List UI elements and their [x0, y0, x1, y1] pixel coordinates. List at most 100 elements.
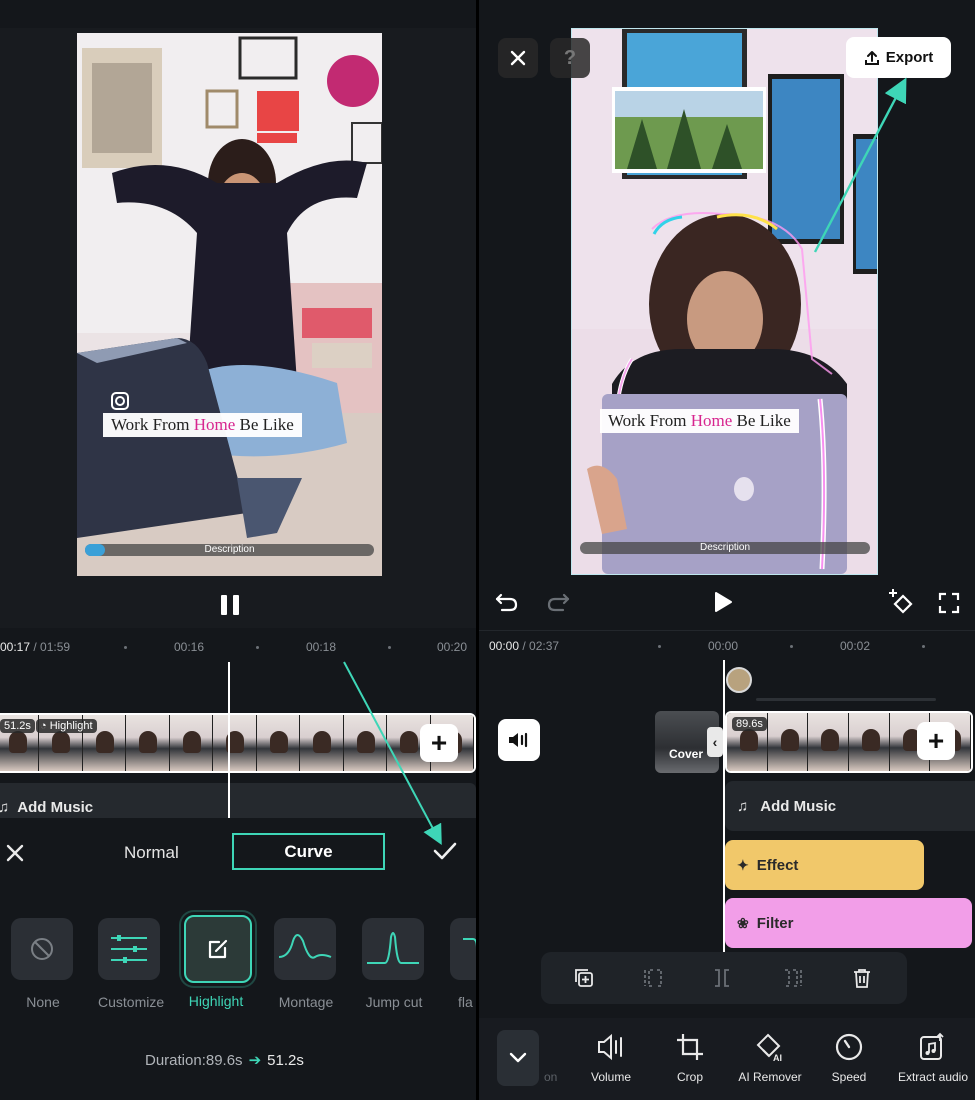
effect-label: Effect	[756, 856, 799, 874]
preset-jump-cut[interactable]: Jump cut	[362, 918, 426, 1010]
video-caption: Work From Home Be Like	[600, 409, 799, 433]
clip-thumbnail	[343, 715, 388, 771]
comparison-screenshot: Work From Home Be Like Description 00:17…	[0, 0, 975, 1100]
eraser-ai-icon: AI	[756, 1033, 782, 1062]
preset-none[interactable]: None	[11, 918, 75, 1010]
add-clip-button[interactable]: +	[420, 724, 458, 762]
playhead[interactable]	[228, 662, 230, 820]
left-editor-panel: Work From Home Be Like Description 00:17…	[0, 0, 476, 1100]
close-sheet-button[interactable]	[2, 840, 28, 866]
confirm-button[interactable]	[430, 836, 460, 866]
filter-circles-icon: ❀	[737, 914, 749, 931]
split-button[interactable]	[709, 965, 735, 991]
music-note-icon: ♫	[737, 797, 749, 815]
pause-button[interactable]	[215, 590, 245, 620]
filter-track[interactable]: ❀ Filter	[725, 898, 972, 948]
collapse-handle[interactable]: ‹	[707, 727, 723, 757]
split-icon	[715, 969, 729, 987]
clip-duration-chip: 51.2s	[0, 719, 35, 733]
video-preview[interactable]: Work From Home Be Like Description	[571, 28, 878, 575]
tool-volume[interactable]: Volume	[571, 1032, 651, 1084]
undo-icon	[495, 593, 518, 612]
preset-montage[interactable]: Montage	[274, 918, 338, 1010]
preset-name: Jump cut	[365, 994, 423, 1010]
preset-name: fla	[458, 994, 473, 1010]
cover-label: Cover	[669, 747, 704, 761]
preset-name: Customize	[98, 994, 165, 1010]
duplicate-clip-button[interactable]	[571, 965, 597, 991]
progress-fill	[85, 544, 106, 556]
preset-flash-tile	[450, 918, 476, 980]
caption-text-2: Be Like	[235, 415, 294, 434]
plus-icon: +	[927, 725, 945, 756]
duration-readout: Duration:89.6s ➔ 51.2s	[145, 1051, 304, 1069]
ruler-label-3: 00:20	[437, 640, 468, 654]
trash-icon	[854, 969, 870, 988]
fullscreen-button[interactable]	[935, 589, 963, 617]
ruler-tick	[922, 645, 925, 648]
audio-avatar[interactable]	[726, 667, 752, 693]
speedometer-icon	[835, 1033, 863, 1061]
duration-label: Duration:89.6s	[145, 1052, 243, 1069]
tool-label: Crop	[676, 1070, 703, 1084]
redo-button[interactable]	[544, 588, 572, 616]
export-button[interactable]: Export	[846, 37, 951, 78]
close-icon	[510, 50, 526, 66]
tab-curve[interactable]: Curve	[232, 833, 385, 870]
tool-crop[interactable]: Crop	[650, 1032, 730, 1084]
collapse-tools-button[interactable]	[497, 1030, 539, 1086]
duration-new-value: 51.2s	[267, 1052, 304, 1069]
close-editor-button[interactable]	[498, 38, 538, 78]
clip-duration-chip: 89.6s	[732, 717, 767, 731]
add-clip-button[interactable]: +	[917, 722, 955, 760]
tab-normal[interactable]: Normal	[124, 843, 179, 863]
tool-speed[interactable]: Speed	[809, 1032, 889, 1084]
music-note-icon: ♫	[0, 798, 10, 816]
help-button[interactable]: ?	[550, 38, 590, 78]
left-timecode: 00:17 / 01:59	[0, 640, 70, 654]
arrow-right-icon: ➔	[248, 1052, 262, 1069]
undo-button[interactable]	[493, 588, 521, 616]
caption-accent-word: Home	[193, 415, 236, 434]
preset-jump-cut-tile	[362, 918, 424, 980]
video-frame-image	[77, 33, 382, 576]
keyframe-button[interactable]	[885, 586, 917, 618]
fullscreen-icon	[938, 592, 960, 614]
preset-highlight[interactable]: Highlight	[184, 915, 252, 1009]
right-editor-panel: Work From Home Be Like Description ? Exp…	[479, 0, 975, 1100]
add-music-track[interactable]: ♫ Add Music	[725, 781, 975, 831]
checkmark-icon	[433, 842, 457, 860]
preset-customize[interactable]: Customize	[98, 918, 165, 1010]
delete-clip-button[interactable]	[849, 965, 875, 991]
none-icon	[31, 938, 53, 960]
preset-highlight-tile	[184, 915, 252, 983]
caption-text-1: Work From	[111, 415, 194, 434]
video-preview[interactable]: Work From Home Be Like Description	[77, 33, 382, 576]
playhead[interactable]	[723, 660, 725, 952]
highlight-tag-label: Highlight	[49, 720, 93, 732]
keyframe-icon	[889, 589, 913, 614]
volume-icon	[598, 1033, 622, 1061]
description-progress-bar[interactable]: Description	[85, 544, 374, 556]
question-mark-icon: ?	[563, 46, 577, 69]
tool-ai-remover[interactable]: AI AI Remover	[730, 1032, 810, 1084]
split-right-button[interactable]	[779, 965, 805, 991]
highlight-tag: ◔ Highlight	[36, 719, 97, 733]
clip-edit-toolbar	[541, 952, 907, 1004]
tool-extract-audio[interactable]: Extract audio	[891, 1032, 975, 1084]
split-left-button[interactable]	[641, 965, 667, 991]
clip-volume-button[interactable]	[498, 719, 540, 761]
speaker-icon	[509, 732, 528, 748]
partial-tool-label: on	[544, 1070, 558, 1084]
preset-flash[interactable]: fla	[450, 918, 476, 1010]
play-button[interactable]	[709, 588, 737, 616]
description-bar[interactable]: Description	[580, 542, 870, 554]
clip-thumbnail	[256, 715, 301, 771]
export-label: Export	[885, 49, 934, 66]
effect-track[interactable]: ✦ Effect	[725, 840, 924, 890]
duplicate-icon	[575, 969, 593, 987]
play-icon	[715, 592, 732, 612]
add-music-label: Add Music	[17, 798, 94, 816]
sliders-icon	[111, 935, 147, 963]
preset-customize-tile	[98, 918, 160, 980]
